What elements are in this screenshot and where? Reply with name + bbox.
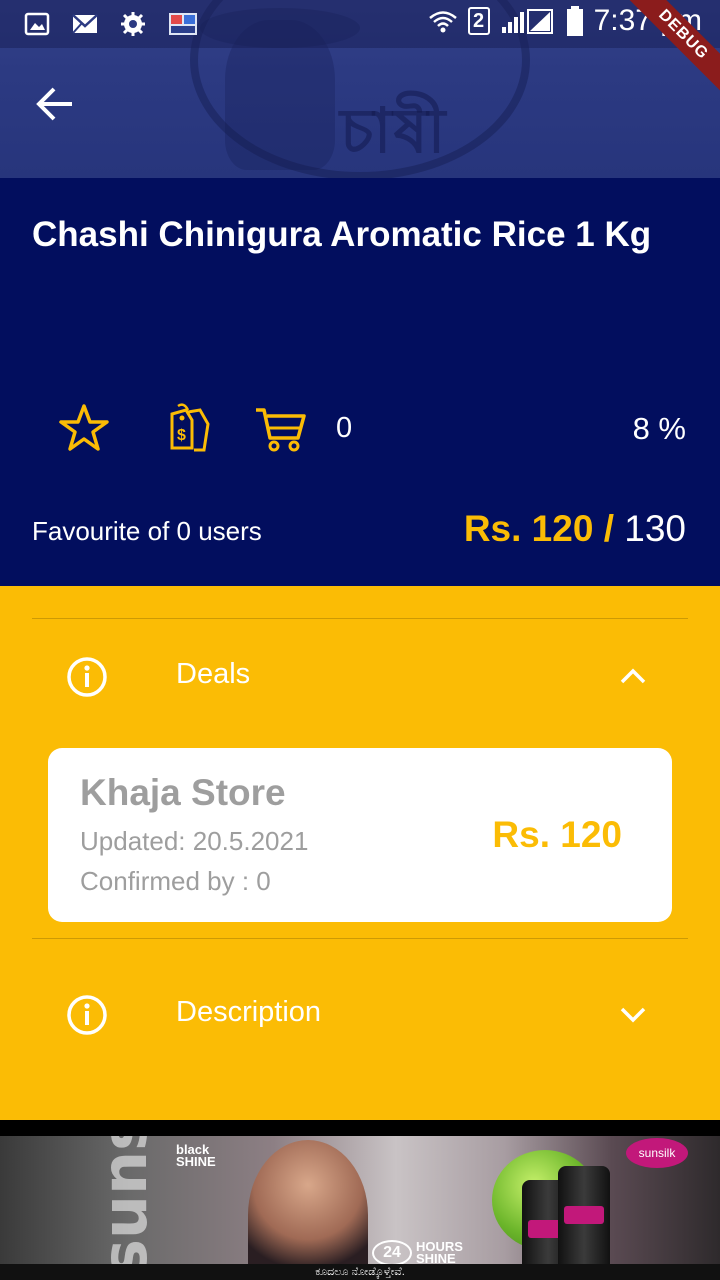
app-icon [169,13,197,35]
svg-text:$: $ [177,427,186,444]
favourite-count-text: Favourite of 0 users [32,516,262,546]
sale-price: Rs. 120 [463,508,594,549]
info-icon [67,995,107,1035]
details-accordion: Deals Khaja Store Updated: 20.5.2021 Con… [0,586,720,1120]
product-action-row: $ 0 [52,400,692,456]
chevron-up-icon[interactable] [618,664,648,688]
advertisement-banner[interactable]: sunsilk black SHINE sunsilk 24 HOURS SHINE… [0,1136,720,1280]
deals-label: Deals [176,658,251,690]
cart-count: 0 [336,412,353,444]
price-tag-icon[interactable]: $ [158,400,214,456]
discount-percent: 8 % [632,411,686,446]
ad-sub-brand: black SHINE [176,1143,216,1169]
status-bar: 2 7:37 pm DEBUG [0,0,720,98]
deal-price: Rs. 120 [492,814,622,855]
signal-icon [501,9,553,34]
deals-section-header[interactable]: Deals [32,618,688,734]
ad-footnote: ಕೂದಲೂ ನೋಡ್ಕೊಳ್ತೇವೆ. [0,1264,720,1280]
wifi-icon [428,11,457,33]
ad-model-image [248,1140,368,1280]
sim-icon: 2 [467,7,490,35]
mail-icon [72,14,98,34]
divider [32,938,688,939]
battery-icon [566,6,583,36]
description-section-header[interactable]: Description [32,956,688,1072]
deal-card[interactable]: Khaja Store Updated: 20.5.2021 Confirmed… [48,748,672,922]
favourite-star-icon[interactable] [56,400,112,456]
brand-logo-text: চাষী [340,94,448,167]
original-price: 130 [624,508,686,549]
ad-hours-badge: 24 HOURS SHINE [372,1240,463,1266]
chevron-down-icon[interactable] [618,1002,648,1026]
back-arrow-icon[interactable] [34,82,78,126]
product-title: Chashi Chinigura Aromatic Rice 1 Kg [32,215,652,254]
store-name: Khaja Store [80,772,286,813]
info-icon [67,657,107,697]
ad-brand-badge: sunsilk [626,1138,688,1168]
deal-updated-date: Updated: 20.5.2021 [80,826,309,856]
ad-bottle-large [558,1166,610,1280]
image-icon [24,12,50,36]
cart-icon[interactable] [252,400,308,456]
price-line: Rs. 120 / 130 [464,508,686,550]
product-info-panel: Chashi Chinigura Aromatic Rice 1 Kg $ 0 … [0,178,720,586]
ad-hours-number: 24 [372,1240,412,1266]
ad-brand-text: sunsilk [88,1136,161,1276]
description-label: Description [176,996,322,1028]
settings-gear-icon [121,12,145,36]
deal-confirmed-count: Confirmed by : 0 [80,866,271,896]
ad-sub-brand-line2: SHINE [176,1154,216,1169]
price-separator: / [593,508,625,549]
